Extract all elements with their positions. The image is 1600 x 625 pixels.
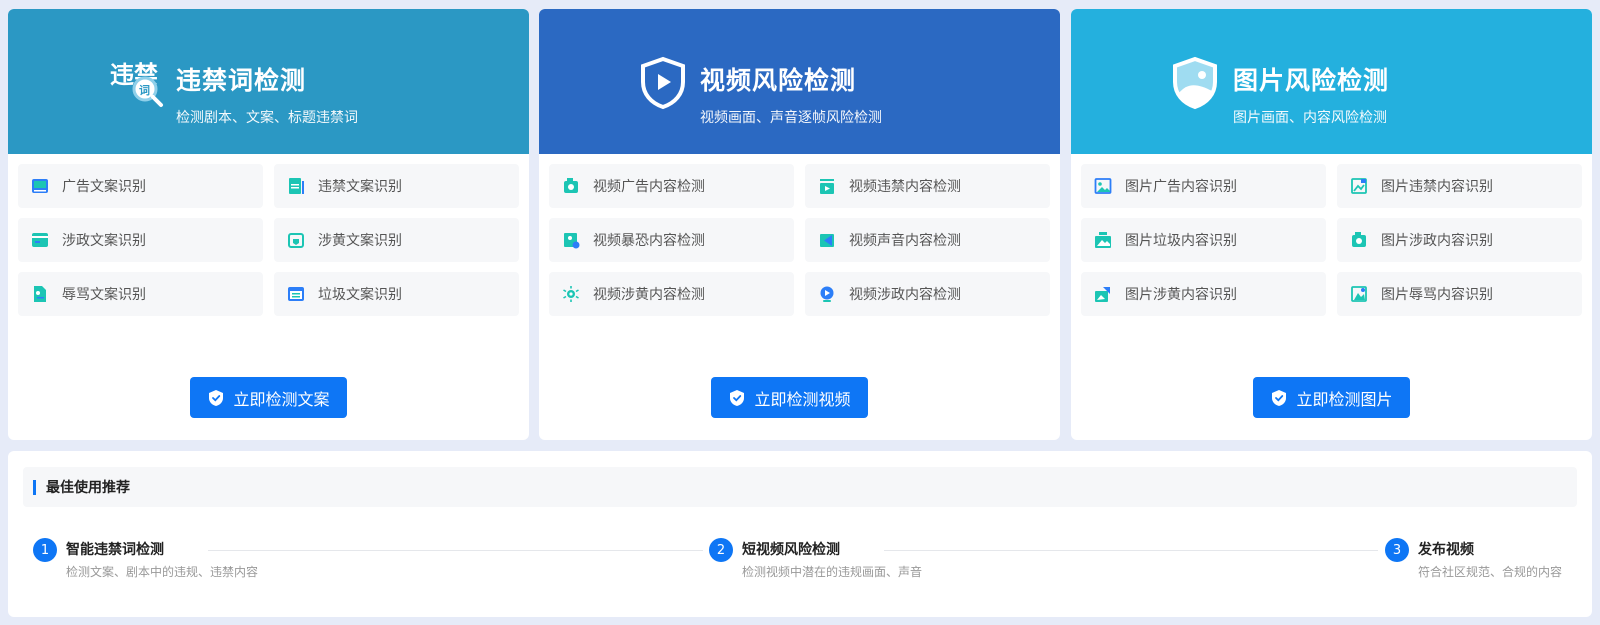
card-desc: 检测剧本、文案、标题违禁词 bbox=[176, 110, 358, 126]
item-label: 垃圾文案识别 bbox=[318, 287, 402, 303]
step-desc: 检测视频中潜在的违规画面、声音 bbox=[742, 565, 923, 579]
list-item[interactable]: 广告文案识别 bbox=[18, 164, 263, 208]
item-label: 图片涉政内容识别 bbox=[1381, 233, 1493, 249]
step-3: 3 发布视频 符合社区规范、合规的内容 bbox=[1385, 538, 1562, 580]
detect-video-button[interactable]: 立即检测视频 bbox=[711, 377, 868, 418]
list-item[interactable]: 视频涉政内容检测 bbox=[805, 272, 1050, 316]
step-2: 2 短视频风险检测 检测视频中潜在的违规画面、声音 bbox=[709, 538, 922, 580]
list-item[interactable]: 视频涉黄内容检测 bbox=[549, 272, 794, 316]
item-label: 图片辱骂内容识别 bbox=[1381, 287, 1493, 303]
step-number: 3 bbox=[1385, 538, 1409, 562]
list-item[interactable]: 视频广告内容检测 bbox=[549, 164, 794, 208]
abuse-text-icon bbox=[34, 286, 46, 302]
item-label: 涉政文案识别 bbox=[62, 233, 146, 249]
list-item[interactable]: 视频暴恐内容检测 bbox=[549, 218, 794, 262]
step-number: 1 bbox=[33, 538, 57, 562]
list-item[interactable]: 图片涉政内容识别 bbox=[1337, 218, 1582, 262]
step-title: 智能违禁词检测 bbox=[66, 542, 164, 558]
video-shield-icon bbox=[641, 56, 685, 110]
recommend-panel: 最佳使用推荐 1 智能违禁词检测 检测文案、剧本中的违规、违禁内容 2 短视频风… bbox=[8, 451, 1592, 617]
item-label: 视频暴恐内容检测 bbox=[593, 233, 705, 249]
icon-badge-text: 词 bbox=[139, 84, 150, 97]
step-number: 2 bbox=[709, 538, 733, 562]
item-label: 违禁文案识别 bbox=[318, 179, 402, 195]
card-desc: 视频画面、声音逐帧风险检测 bbox=[700, 110, 882, 126]
shield-check-icon bbox=[1272, 389, 1287, 406]
list-item[interactable]: 涉黄文案识别 bbox=[274, 218, 519, 262]
card-desc: 图片画面、内容风险检测 bbox=[1233, 110, 1387, 126]
item-label: 图片违禁内容识别 bbox=[1381, 179, 1493, 195]
image-ad-icon bbox=[1094, 178, 1112, 194]
spam-text-icon bbox=[288, 287, 304, 301]
item-label: 涉黄文案识别 bbox=[318, 233, 402, 249]
list-item[interactable]: 视频违禁内容检测 bbox=[805, 164, 1050, 208]
video-sound-icon bbox=[820, 234, 834, 247]
item-label: 视频违禁内容检测 bbox=[849, 179, 961, 195]
list-item[interactable]: 辱骂文案识别 bbox=[18, 272, 263, 316]
ad-text-icon bbox=[32, 179, 48, 193]
item-label: 图片涉黄内容识别 bbox=[1125, 287, 1237, 303]
card-title: 视频风险检测 bbox=[700, 66, 857, 95]
shield-check-icon bbox=[209, 389, 224, 406]
recommend-title: 最佳使用推荐 bbox=[46, 480, 130, 496]
list-item[interactable]: 图片垃圾内容识别 bbox=[1081, 218, 1326, 262]
step-connector bbox=[884, 550, 1378, 551]
step-1: 1 智能违禁词检测 检测文案、剧本中的违规、违禁内容 bbox=[33, 538, 258, 580]
image-forbidden-icon bbox=[1351, 178, 1367, 194]
list-item[interactable]: 违禁文案识别 bbox=[274, 164, 519, 208]
image-abuse-icon bbox=[1351, 286, 1367, 302]
video-forbidden-icon bbox=[820, 179, 834, 194]
list-item[interactable]: 图片涉黄内容识别 bbox=[1081, 272, 1326, 316]
image-porn-icon bbox=[1095, 287, 1110, 302]
detect-image-button[interactable]: 立即检测图片 bbox=[1253, 377, 1410, 418]
card-header: 违禁 词 违禁词检测 检测剧本、文案、标题违禁词 bbox=[8, 9, 529, 154]
list-item[interactable]: 图片辱骂内容识别 bbox=[1337, 272, 1582, 316]
step-title: 发布视频 bbox=[1418, 542, 1474, 558]
accent-bar bbox=[33, 479, 36, 495]
button-label: 立即检测视频 bbox=[754, 389, 851, 409]
item-label: 辱骂文案识别 bbox=[62, 287, 146, 303]
item-label: 视频声音内容检测 bbox=[849, 233, 961, 249]
forbidden-text-icon bbox=[289, 178, 304, 194]
image-shield-icon bbox=[1173, 56, 1217, 110]
card-video-risk: 视频风险检测 视频画面、声音逐帧风险检测 视频广告内容检测 视频违禁内容检测 视… bbox=[539, 9, 1060, 440]
step-connector bbox=[208, 550, 703, 551]
recommend-header: 最佳使用推荐 bbox=[23, 467, 1577, 507]
button-label: 立即检测图片 bbox=[1296, 389, 1393, 409]
card-title: 图片风险检测 bbox=[1233, 66, 1390, 95]
item-label: 视频涉政内容检测 bbox=[849, 287, 961, 303]
list-item[interactable]: 涉政文案识别 bbox=[18, 218, 263, 262]
forbidden-word-search-icon: 违禁 词 bbox=[110, 61, 163, 107]
card-title: 违禁词检测 bbox=[176, 66, 307, 95]
button-label: 立即检测文案 bbox=[233, 389, 330, 409]
step-desc: 符合社区规范、合规的内容 bbox=[1418, 565, 1563, 579]
step-title: 短视频风险检测 bbox=[742, 542, 840, 558]
porn-text-icon bbox=[288, 233, 304, 248]
image-spam-icon bbox=[1095, 232, 1111, 248]
politics-text-icon bbox=[32, 233, 48, 247]
video-porn-icon bbox=[563, 286, 579, 302]
detection-cards: 违禁 词 违禁词检测 检测剧本、文案、标题违禁词 广告文案识别 违禁文案识别 涉… bbox=[8, 9, 1592, 440]
card-header: 视频风险检测 视频画面、声音逐帧风险检测 bbox=[539, 9, 1060, 154]
item-label: 视频广告内容检测 bbox=[593, 179, 705, 195]
step-desc: 检测文案、剧本中的违规、违禁内容 bbox=[66, 565, 259, 579]
item-label: 视频涉黄内容检测 bbox=[593, 287, 705, 303]
video-politics-icon bbox=[820, 286, 834, 302]
video-ad-icon bbox=[564, 178, 578, 193]
item-label: 图片垃圾内容识别 bbox=[1125, 233, 1237, 249]
item-label: 广告文案识别 bbox=[62, 179, 146, 195]
shield-check-icon bbox=[730, 389, 745, 406]
list-item[interactable]: 垃圾文案识别 bbox=[274, 272, 519, 316]
card-forbidden-words: 违禁 词 违禁词检测 检测剧本、文案、标题违禁词 广告文案识别 违禁文案识别 涉… bbox=[8, 9, 529, 440]
list-item[interactable]: 视频声音内容检测 bbox=[805, 218, 1050, 262]
detect-text-button[interactable]: 立即检测文案 bbox=[190, 377, 347, 418]
list-item[interactable]: 图片违禁内容识别 bbox=[1337, 164, 1582, 208]
video-terror-icon bbox=[564, 233, 580, 249]
card-image-risk: 图片风险检测 图片画面、内容风险检测 图片广告内容识别 图片违禁内容识别 图片垃… bbox=[1071, 9, 1592, 440]
card-header: 图片风险检测 图片画面、内容风险检测 bbox=[1071, 9, 1592, 154]
item-label: 图片广告内容识别 bbox=[1125, 179, 1237, 195]
image-politics-icon bbox=[1352, 232, 1366, 247]
list-item[interactable]: 图片广告内容识别 bbox=[1081, 164, 1326, 208]
